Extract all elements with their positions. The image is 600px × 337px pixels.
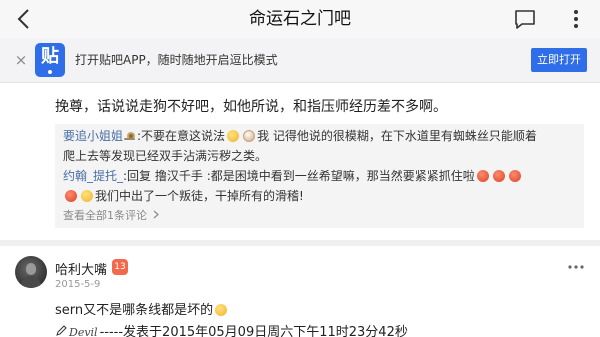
- reply-text: :不要在意这说法: [137, 129, 226, 143]
- view-all-label: 查看全部1条评论: [63, 209, 147, 222]
- reply-line-3: 约翰_提托_:回复 撸汉千手 :都是困境中看到一丝希望嘛，那当然要紧紧抓住啦: [63, 166, 523, 186]
- smile-emoji-icon: [81, 190, 93, 202]
- apple-emoji-icon: [492, 170, 505, 182]
- avatar-shoulder: [21, 276, 41, 288]
- message-icon[interactable]: [514, 9, 536, 29]
- pencil-icon: [56, 325, 67, 336]
- post-author-name[interactable]: 哈利大嘴: [55, 259, 107, 278]
- banner-text: 打开贴吧APP，随时随地开启逗比模式: [75, 53, 278, 67]
- tieba-logo-dot: [48, 70, 52, 74]
- level-badge: 13: [112, 259, 128, 275]
- page-title: 命运石之门吧: [249, 9, 351, 29]
- reply-text: :回复 撸汉千手 :都是困境中看到一丝希望嘛，那当然要紧紧抓住啦: [123, 169, 475, 183]
- post-signature: Devil -----发表于2015年05月09日周六下午11时23分42秒: [55, 321, 408, 337]
- reply-line-1: 要追小姐姐 :不要在意这说法 我 记得他说的很模糊，在下水道里有蜘蛛丝只能顺着: [63, 126, 537, 146]
- smile-emoji-icon: [215, 304, 228, 316]
- more-icon[interactable]: [566, 8, 586, 30]
- open-app-button[interactable]: 立即打开: [531, 48, 587, 72]
- signature-art: Devil: [69, 326, 98, 337]
- avatar-face: [26, 263, 36, 275]
- post-body: 挽尊，话说说走狗不好吧，如他所说，和指压师经历差不多啊。: [55, 99, 447, 115]
- avatar[interactable]: [15, 256, 47, 288]
- page: 命运石之门吧 × 贴 打开贴吧APP，随时随地开启逗比模式 立即打开 挽尊，话说…: [0, 0, 600, 337]
- smile-emoji-icon: [227, 130, 240, 142]
- reply-username[interactable]: 要追小姐姐: [63, 129, 123, 143]
- snail-emoji-icon: [124, 132, 136, 140]
- reply-box: 要追小姐姐 :不要在意这说法 我 记得他说的很模糊，在下水道里有蜘蛛丝只能顺着 爬上…: [55, 124, 584, 228]
- post-body-text: sern又不是哪条线都是坏的: [55, 303, 214, 318]
- post-divider: [0, 240, 600, 246]
- apple-emoji-icon: [65, 190, 77, 202]
- post-body: sern又不是哪条线都是坏的: [55, 299, 229, 318]
- close-icon[interactable]: ×: [12, 49, 30, 71]
- tieba-logo-glyph: 贴: [41, 46, 59, 67]
- post-date: 2015-5-9: [55, 279, 101, 290]
- view-all-comments-link[interactable]: 查看全部1条评论: [63, 207, 159, 223]
- apple-emoji-icon: [508, 170, 521, 182]
- reply-line-4: 我们中出了一个叛徒，干掉所有的滑稽!: [63, 186, 304, 206]
- reply-username[interactable]: 约翰_提托_: [63, 169, 123, 183]
- top-navbar: 命运石之门吧: [0, 0, 600, 38]
- open-app-banner: × 贴 打开贴吧APP，随时随地开启逗比模式 立即打开: [0, 38, 600, 83]
- reply-text: 我们中出了一个叛徒，干掉所有的滑稽!: [95, 189, 304, 203]
- tieba-logo: 贴: [35, 43, 65, 77]
- apple-emoji-icon: [476, 170, 489, 182]
- signature-text: -----发表于2015年05月09日周六下午11时23分42秒: [99, 325, 408, 337]
- more-options-icon[interactable]: [566, 262, 586, 272]
- coffee-emoji-icon: [243, 130, 256, 142]
- reply-text: 我 记得他说的很模糊，在下水道里有蜘蛛丝只能顺着: [257, 129, 537, 143]
- chevron-right-icon: [153, 210, 159, 219]
- reply-line-2: 爬上去等发现已经双手沾满污秽之类。: [63, 149, 268, 163]
